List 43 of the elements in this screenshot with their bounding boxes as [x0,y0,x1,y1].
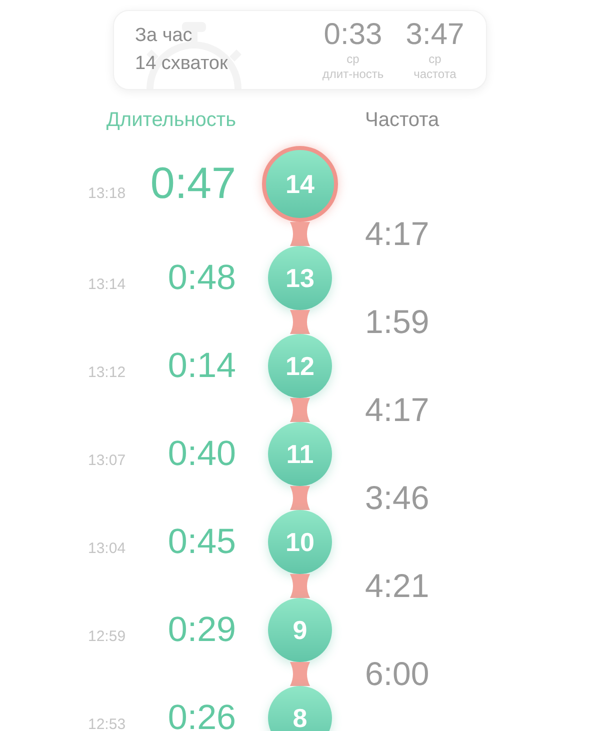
chain-connector [290,398,310,422]
start-time: 13:12 [88,364,126,381]
period-label: За час [135,24,194,48]
chain-connector [290,486,310,510]
duration-column-header: Длительность [105,108,236,132]
frequency-value: 3:46 [365,479,430,517]
chain-connector [290,574,310,598]
duration-value: 0:47 [150,159,236,209]
contraction-number-circle: 13 [268,246,332,310]
start-time: 13:14 [88,276,126,293]
duration-value: 0:45 [168,522,236,562]
contraction-number-circle: 10 [268,510,332,574]
frequency-value: 6:00 [365,655,430,693]
stat-caption: ср [346,52,360,67]
stat-caption: ср [428,52,442,67]
contraction-number-circle: 9 [268,598,332,662]
contraction-number-circle: 14 [262,146,338,222]
contraction-number-circle: 8 [268,686,332,731]
chain-connector [290,310,310,334]
frequency-value: 1:59 [365,303,430,341]
duration-value: 0:14 [168,346,236,386]
duration-value: 0:26 [168,698,236,731]
frequency-value: 4:17 [365,215,430,253]
start-time: 13:07 [88,452,126,469]
stat-value: 3:47 [406,18,464,52]
stat-caption: длит-ность [322,67,384,82]
chain-connector [290,662,310,686]
duration-value: 0:29 [168,610,236,650]
contraction-count: 14 схваток [135,52,229,76]
stat-value: 0:33 [324,18,382,52]
frequency-value: 4:17 [365,391,430,429]
start-time: 13:04 [88,540,126,557]
contraction-number-circle: 12 [268,334,332,398]
chain-connector [290,222,310,246]
frequency-value: 4:21 [365,567,430,605]
start-time: 12:59 [88,628,126,645]
start-time: 12:53 [88,716,126,731]
duration-value: 0:48 [168,258,236,298]
frequency-column-header: Частота [365,108,440,132]
contraction-number-circle: 11 [268,422,332,486]
start-time: 13:18 [88,185,126,202]
stat-caption: частота [414,67,456,82]
duration-value: 0:40 [168,434,236,474]
